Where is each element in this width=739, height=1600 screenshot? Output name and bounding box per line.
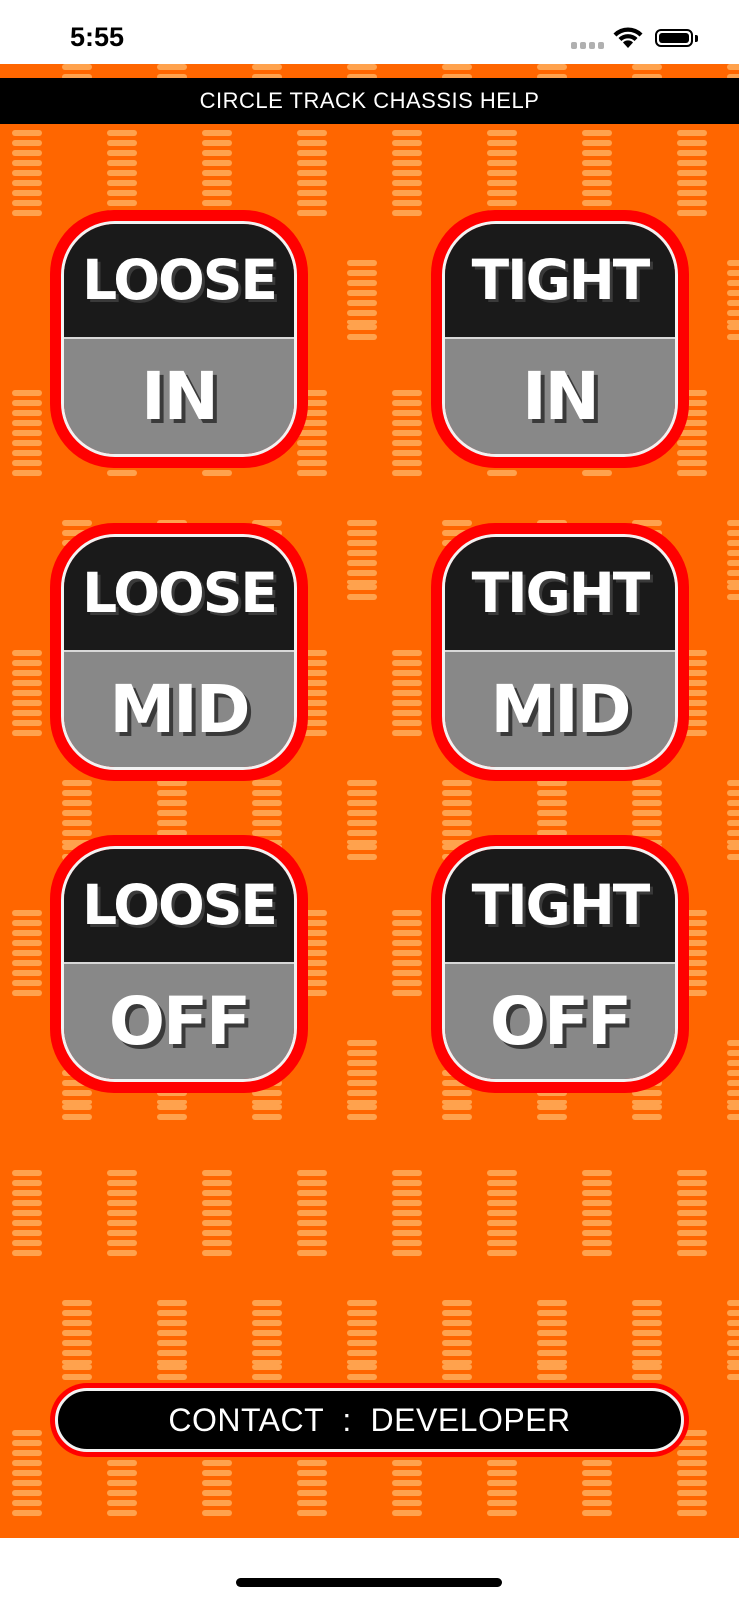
button-word-label: TIGHT	[471, 561, 651, 626]
cellular-signal-icon	[571, 42, 604, 49]
button-position-label: MID	[109, 670, 250, 748]
button-word-label: TIGHT	[471, 248, 651, 313]
status-time: 5:55	[70, 22, 125, 52]
contact-developer-button[interactable]: CONTACT : DEVELOPER	[50, 1383, 689, 1457]
button-word-label: LOOSE	[82, 873, 278, 938]
tight-off-button[interactable]: TIGHT OFF	[431, 835, 689, 1093]
loose-off-button[interactable]: LOOSE OFF	[50, 835, 308, 1093]
button-position-label: IN	[522, 357, 600, 435]
page-title: CIRCLE TRACK CHASSIS HELP	[199, 88, 540, 113]
button-position-label: IN	[141, 357, 219, 435]
button-position-label: OFF	[108, 982, 251, 1060]
title-bar: CIRCLE TRACK CHASSIS HELP	[0, 78, 739, 124]
battery-cap	[695, 35, 698, 42]
status-bar: 5:55	[0, 0, 739, 64]
wifi-icon	[612, 26, 644, 55]
button-word-label: LOOSE	[82, 561, 278, 626]
button-word-label: TIGHT	[471, 873, 651, 938]
contact-developer-label: CONTACT : DEVELOPER	[168, 1401, 571, 1438]
home-indicator[interactable]	[236, 1578, 502, 1587]
app-background: CIRCLE TRACK CHASSIS HELP LOOSE IN TIGHT…	[0, 64, 739, 1538]
button-word-label: LOOSE	[82, 248, 278, 313]
loose-mid-button[interactable]: LOOSE MID	[50, 523, 308, 781]
tight-mid-button[interactable]: TIGHT MID	[431, 523, 689, 781]
battery-icon	[655, 29, 693, 47]
tight-in-button[interactable]: TIGHT IN	[431, 210, 689, 468]
button-position-label: MID	[490, 670, 631, 748]
loose-in-button[interactable]: LOOSE IN	[50, 210, 308, 468]
button-position-label: OFF	[489, 982, 632, 1060]
